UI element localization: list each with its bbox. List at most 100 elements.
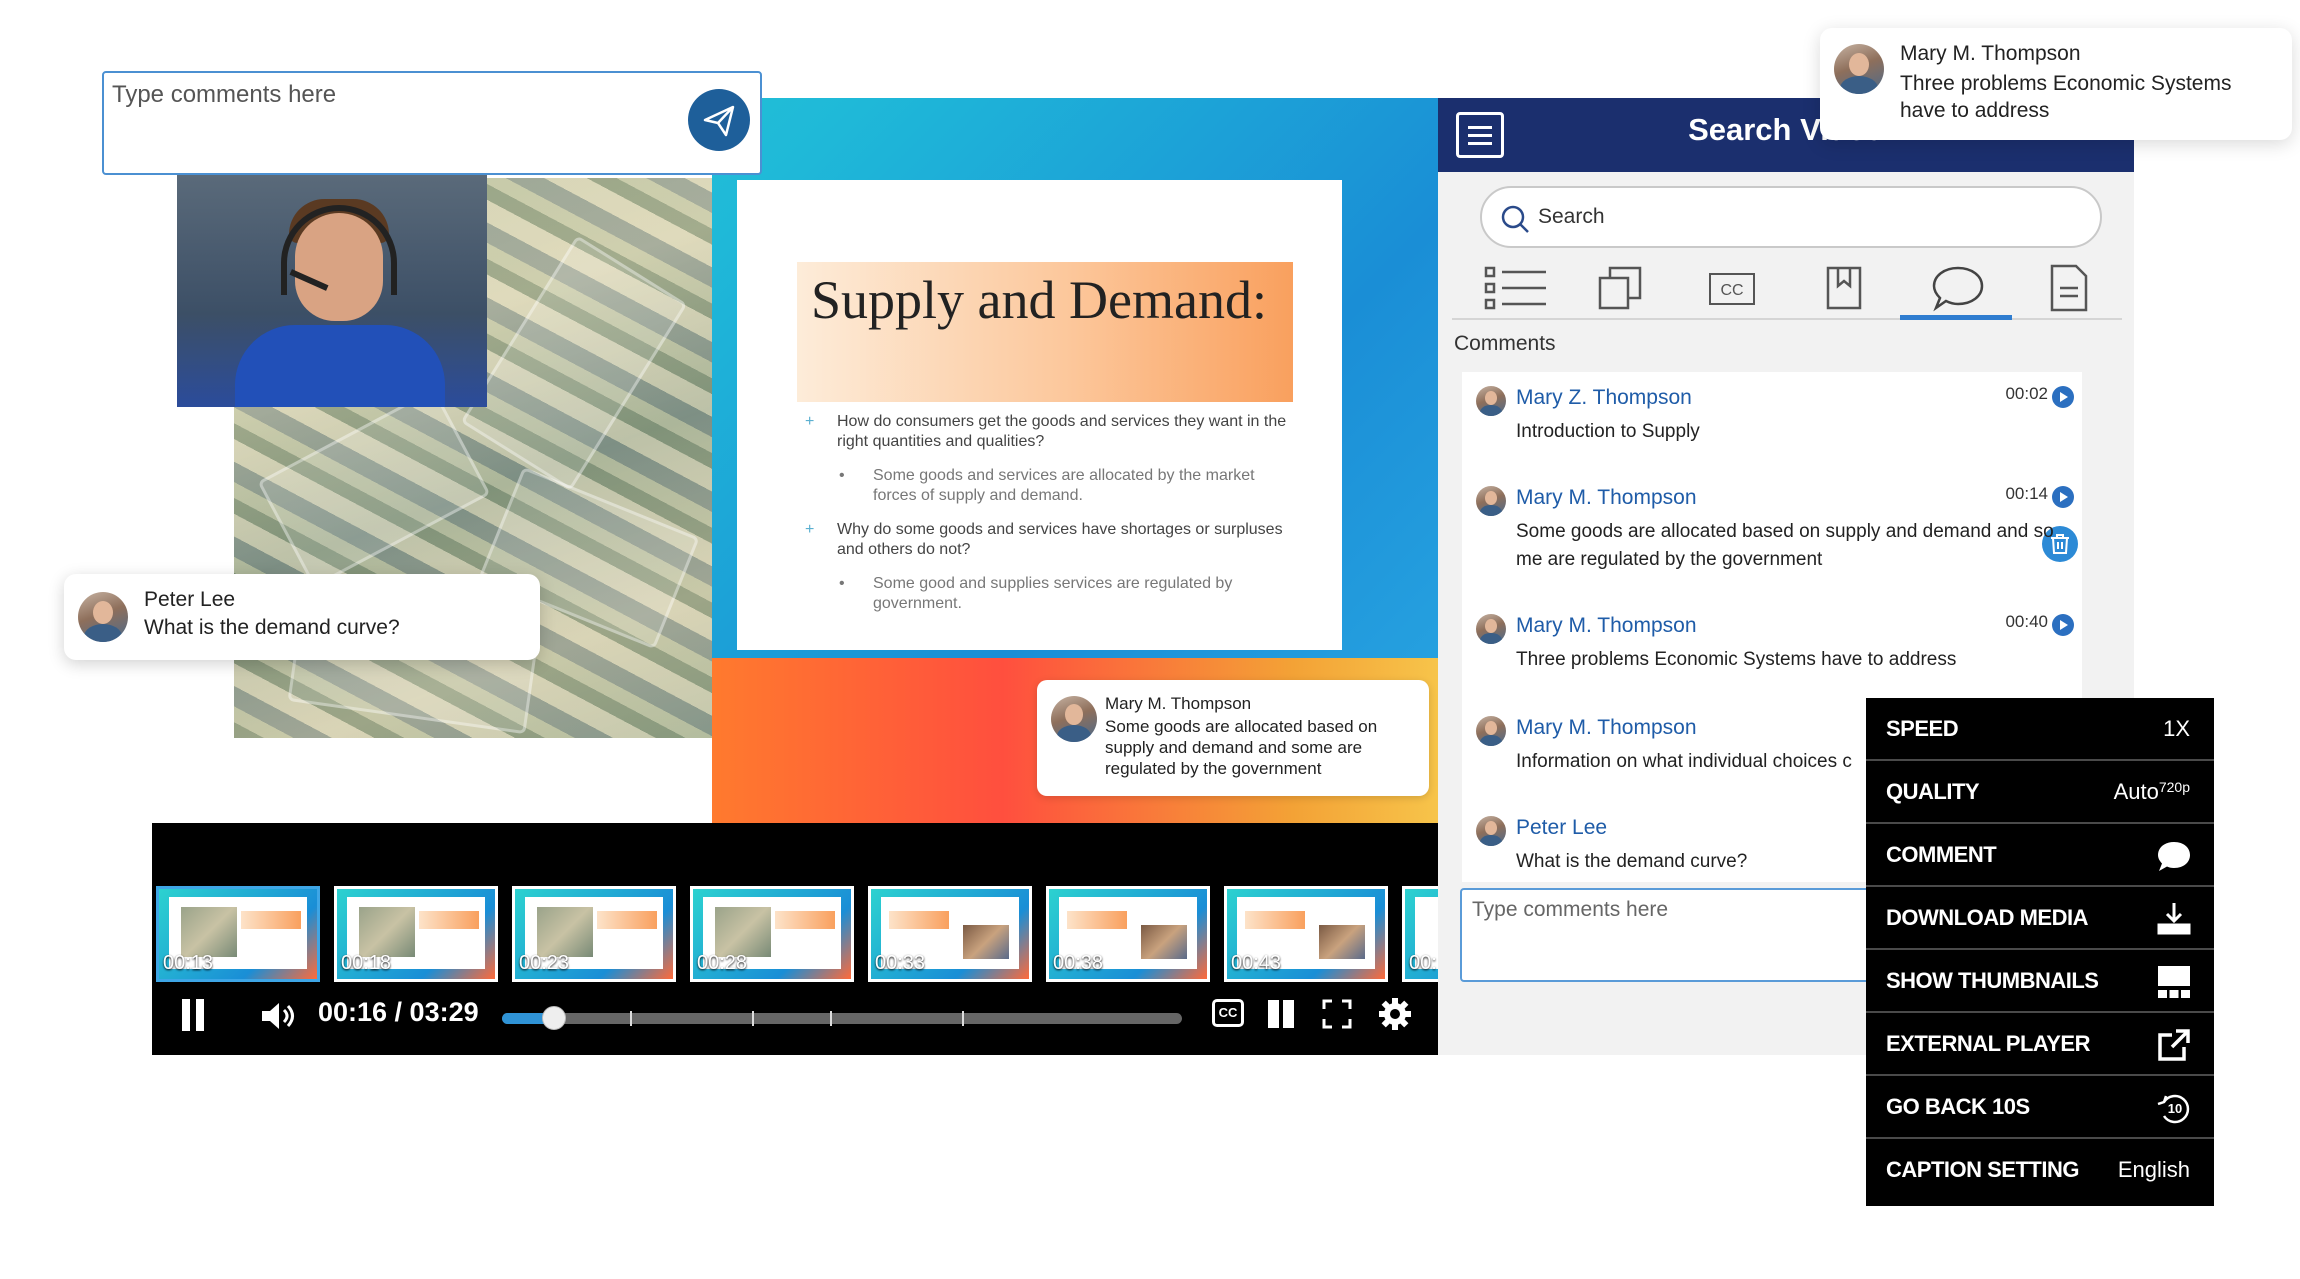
avatar [1476, 614, 1506, 644]
download-icon [2157, 903, 2191, 935]
thumbnail[interactable]: 00:18 [334, 886, 498, 982]
comment-author[interactable]: Peter Lee [1516, 816, 1607, 840]
avatar [1476, 716, 1506, 746]
play-icon[interactable] [2052, 486, 2074, 508]
avatar [1476, 486, 1506, 516]
comment-author: Peter Lee [144, 588, 236, 611]
sidebar-tabs: CC [1452, 258, 2122, 320]
thumbnail[interactable]: 00:23 [512, 886, 676, 982]
fullscreen-icon[interactable] [1322, 999, 1352, 1029]
menu-item-external-player[interactable]: EXTERNAL PLAYER [1866, 1013, 2214, 1076]
volume-icon[interactable] [260, 1001, 298, 1031]
tab-index[interactable] [1452, 258, 1564, 318]
thumbnail-time: 00:28 [697, 952, 748, 974]
comments-icon [1932, 266, 1984, 312]
svg-text:10: 10 [2168, 1101, 2182, 1116]
thumbnail-time: 00:43 [1231, 952, 1282, 974]
thumbnail[interactable]: 00:28 [690, 886, 854, 982]
tab-captions[interactable]: CC [1676, 258, 1788, 318]
comment-input-box [102, 71, 762, 175]
comment-popup[interactable]: Mary M. Thompson Three problems Economic… [1820, 28, 2292, 140]
thumbnail-time: 00:13 [163, 952, 214, 974]
thumbnail-strip: 00:13 00:18 00:23 00:28 00:33 00:38 00:4… [152, 886, 1438, 986]
menu-item-label: SHOW THUMBNAILS [1886, 968, 2099, 993]
comment-input[interactable] [112, 81, 672, 161]
comment-item[interactable]: Mary Z. Thompson 00:02 Introduction to S… [1462, 372, 2082, 472]
thumbnail-time: 00:23 [519, 952, 570, 974]
send-icon [703, 105, 735, 137]
comment-author: Mary M. Thompson [1105, 694, 1252, 713]
search-box[interactable] [1480, 186, 2102, 248]
cc-icon: CC [1709, 273, 1755, 305]
comment-author[interactable]: Mary Z. Thompson [1516, 386, 1692, 410]
menu-item-speed[interactable]: SPEED 1X [1866, 698, 2214, 761]
slide-question: How do consumers get the goods and servi… [797, 412, 1297, 452]
chapter-marker [962, 1011, 964, 1026]
comment-input[interactable] [1472, 898, 1912, 974]
slide-question: Why do some goods and services have shor… [797, 520, 1297, 560]
avatar [1834, 44, 1884, 94]
closed-captions-button[interactable]: CC [1212, 999, 1244, 1027]
comment-item[interactable]: Mary M. Thompson 00:14 Some goods are al… [1462, 472, 2082, 602]
presenter-webcam [177, 175, 487, 407]
comment-text: Some goods are allocated based on supply… [1105, 717, 1378, 778]
tab-comments[interactable] [1900, 258, 2012, 320]
menu-item-caption-setting[interactable]: CAPTION SETTING English [1866, 1139, 2214, 1206]
tab-documents[interactable] [2012, 258, 2124, 318]
thumbnail[interactable]: 00: [1402, 886, 1438, 982]
thumbnail[interactable]: 00:13 [156, 886, 320, 982]
chapter-marker [752, 1011, 754, 1026]
progress-bar[interactable] [502, 1006, 1182, 1030]
comment-text: Three problems Economic Systems have to … [1900, 72, 2232, 122]
comment-overlay[interactable]: Mary M. Thompson Some goods are allocate… [1037, 680, 1429, 796]
thumbnails-icon [2158, 966, 2190, 998]
comment-author[interactable]: Mary M. Thompson [1516, 486, 1697, 510]
external-link-icon [2158, 1029, 2190, 1061]
chapter-marker [830, 1011, 832, 1026]
search-icon [1500, 204, 1530, 234]
progress-handle[interactable] [542, 1006, 567, 1030]
menu-item-label: EXTERNAL PLAYER [1886, 1031, 2091, 1056]
menu-item-thumbnails[interactable]: SHOW THUMBNAILS [1866, 950, 2214, 1013]
copy-icon [1598, 266, 1642, 310]
slide-title: Supply and Demand: [811, 270, 1267, 330]
play-icon[interactable] [2052, 614, 2074, 636]
settings-menu: SPEED 1X QUALITY Auto720p COMMENT DOWNLO… [1866, 698, 2214, 1206]
comment-time: 00:02 [2005, 384, 2048, 403]
play-icon[interactable] [2052, 386, 2074, 408]
search-input[interactable] [1538, 202, 2078, 232]
avatar [1476, 386, 1506, 416]
quality-value: Auto720p [2114, 779, 2190, 805]
layout-toggle-icon[interactable] [1267, 999, 1295, 1029]
comments-heading: Comments [1454, 332, 1556, 355]
speech-bubble-icon [2158, 842, 2190, 871]
time-display: 00:16 / 03:29 [318, 997, 479, 1027]
video-frame[interactable]: Supply and Demand: How do consumers get … [152, 98, 1438, 823]
menu-item-go-back[interactable]: GO BACK 10S 10 [1866, 1076, 2214, 1139]
caption-language: English [2117, 1157, 2190, 1182]
gear-icon[interactable] [1378, 997, 1412, 1031]
avatar [78, 592, 128, 642]
pause-button[interactable] [182, 999, 208, 1031]
comment-item[interactable]: Mary M. Thompson 00:40 Three problems Ec… [1462, 600, 2082, 700]
comment-author[interactable]: Mary M. Thompson [1516, 614, 1697, 638]
tab-slides[interactable] [1564, 258, 1676, 318]
svg-text:CC: CC [1720, 282, 1743, 299]
speed-value: 1X [2163, 716, 2190, 741]
quality-resolution: 720p [2158, 779, 2190, 795]
comment-popup[interactable]: Peter Lee What is the demand curve? [64, 574, 540, 660]
chapter-marker [630, 1011, 632, 1026]
menu-item-download[interactable]: DOWNLOAD MEDIA [1866, 887, 2214, 950]
avatar [1476, 816, 1506, 846]
send-button[interactable] [688, 89, 750, 151]
thumbnail[interactable]: 00:38 [1046, 886, 1210, 982]
menu-item-comment[interactable]: COMMENT [1866, 824, 2214, 887]
comment-text: Three problems Economic Systems have to … [1516, 649, 1957, 670]
comment-author[interactable]: Mary M. Thompson [1516, 716, 1697, 740]
slide-answer: Some good and supplies services are regu… [797, 574, 1297, 614]
menu-item-label: COMMENT [1886, 842, 1997, 867]
tab-bookmarks[interactable] [1788, 258, 1900, 318]
thumbnail[interactable]: 00:43 [1224, 886, 1388, 982]
thumbnail[interactable]: 00:33 [868, 886, 1032, 982]
menu-item-quality[interactable]: QUALITY Auto720p [1866, 761, 2214, 824]
